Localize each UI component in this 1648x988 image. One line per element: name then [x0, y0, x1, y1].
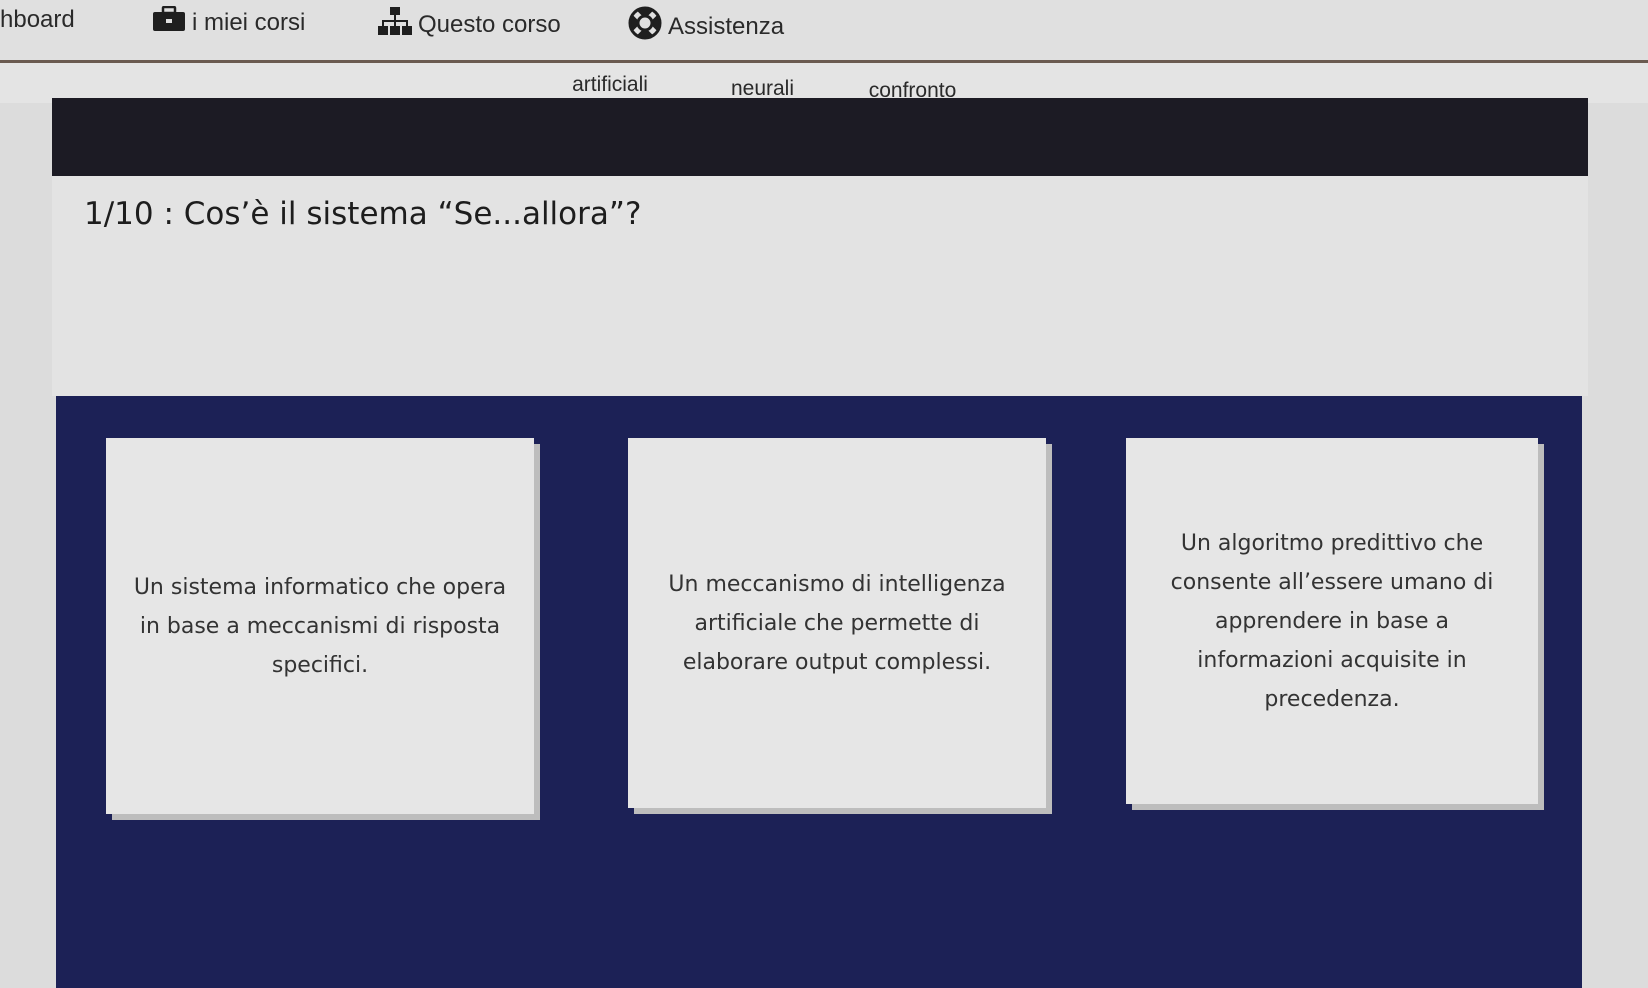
briefcase-icon [152, 5, 186, 39]
tab-intro-label [280, 61, 350, 71]
answers-panel: Un sistema informatico che opera in base… [56, 396, 1582, 988]
tab-book[interactable] [1320, 63, 1390, 71]
question-area: 1/10 : Cos’è il sistema “Se...allora”? [52, 176, 1588, 396]
nav-dashboard-label: hboard [0, 6, 75, 33]
answer-text-2: Un meccanismo di intelligenza artificial… [668, 571, 1006, 675]
tab-book-label [1320, 61, 1390, 71]
nav-dashboard[interactable]: hboard [0, 6, 75, 34]
tab-neurali-label: neurali [730, 77, 795, 100]
tab-glossario[interactable] [1010, 63, 1120, 71]
tab-reti-neurali-artificiali[interactable]: artificiali [550, 73, 670, 96]
tab-myskills[interactable] [410, 63, 510, 71]
nav-support-label: Assistenza [668, 12, 785, 40]
tab-quiz[interactable] [1170, 63, 1240, 71]
answer-text-3: Un algoritmo predittivo che consente all… [1170, 530, 1494, 712]
nav-my-courses-label: i miei corsi [192, 8, 306, 36]
answer-card-2[interactable]: Un meccanismo di intelligenza artificial… [628, 438, 1046, 808]
nav-support[interactable]: Assistenza [628, 6, 784, 47]
tab-quiz-label [1170, 61, 1240, 71]
question-title: 1/10 : Cos’è il sistema “Se...allora”? [84, 196, 642, 232]
answer-card-3[interactable]: Un algoritmo predittivo che consente all… [1126, 438, 1538, 804]
header-band [52, 98, 1588, 176]
nav-this-course[interactable]: Questo corso [378, 6, 561, 43]
answer-text-1: Un sistema informatico che opera in base… [133, 574, 507, 678]
tab-intro[interactable] [280, 63, 350, 71]
nav-this-course-label: Questo corso [418, 10, 561, 38]
tab-glossario-label [1010, 61, 1120, 71]
nav-my-courses[interactable]: i miei corsi [152, 5, 306, 39]
tab-myskills-label [410, 61, 510, 71]
tab-evoluzione-reti-neurali[interactable]: neurali [700, 77, 825, 100]
top-navigation: hboard i miei corsi Questo corso Assiste… [0, 0, 1648, 63]
section-tabs: artificiali neurali confronto [0, 63, 1648, 103]
answer-card-1[interactable]: Un sistema informatico che opera in base… [106, 438, 534, 814]
sitemap-icon [378, 6, 412, 43]
lifebuoy-icon [628, 6, 662, 47]
tab-artificiali-label: artificiali [572, 73, 648, 96]
